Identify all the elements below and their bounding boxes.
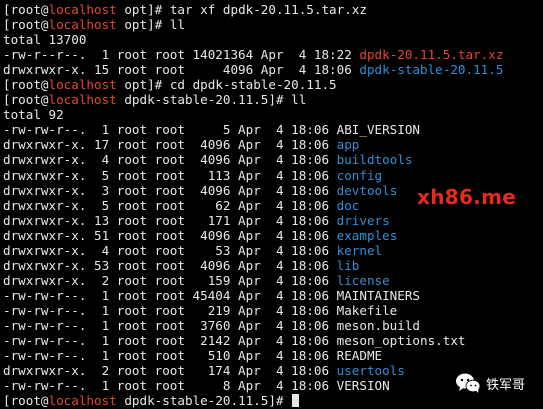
directory-name: doc xyxy=(336,197,360,213)
directory-name: lib xyxy=(336,257,360,273)
terminal-text: -rw-rw-r--. 1 root root 510 Apr 4 18:06 … xyxy=(3,348,383,364)
prompt-hostname: localhost xyxy=(48,17,117,33)
terminal-text: drwxrwxr-x. 15 root root 4096 Apr 4 18:0… xyxy=(3,62,360,78)
terminal-text: -rw-rw-r--. 1 root root 2142 Apr 4 18:06… xyxy=(3,333,466,349)
terminal-text: drwxrwxr-x. 17 root root 4096 Apr 4 18:0… xyxy=(3,137,337,153)
prompt-hostname: localhost xyxy=(48,393,117,409)
text-cursor xyxy=(292,394,300,408)
terminal-text: [root@ xyxy=(3,77,49,93)
terminal-text: dpdk-stable-20.11.5]# ll xyxy=(116,92,307,108)
directory-name: license xyxy=(336,272,390,288)
terminal-line: -rw-rw-r--. 1 root root 5 Apr 4 18:06 AB… xyxy=(3,122,543,137)
directory-name: buildtools xyxy=(336,152,413,168)
terminal-text: [root@ xyxy=(3,2,49,17)
directory-name: drivers xyxy=(336,212,390,228)
terminal-line: drwxrwxr-x. 4 root root 4096 Apr 4 18:06… xyxy=(3,152,543,167)
terminal-text: total 13700 xyxy=(3,32,87,48)
terminal-line: total 13700 xyxy=(3,32,543,47)
terminal-text: -rw-rw-r--. 1 root root 5 Apr 4 18:06 AB… xyxy=(3,122,421,138)
archive-file-name: dpdk-20.11.5.tar.xz xyxy=(359,47,504,63)
terminal-line: drwxrwxr-x. 5 root root 113 Apr 4 18:06 … xyxy=(3,168,543,183)
terminal-line: drwxrwxr-x. 51 root root 4096 Apr 4 18:0… xyxy=(3,228,543,243)
terminal-line: [root@localhost dpdk-stable-20.11.5]# ll xyxy=(3,92,543,107)
terminal-text: [root@ xyxy=(3,17,49,33)
terminal-line: [root@localhost opt]# ll xyxy=(3,17,543,32)
terminal-line: -rw-rw-r--. 1 root root 3760 Apr 4 18:06… xyxy=(3,318,543,333)
terminal-line: drwxrwxr-x. 2 root root 159 Apr 4 18:06 … xyxy=(3,273,543,288)
terminal-line: -rw-rw-r--. 1 root root 45404 Apr 4 18:0… xyxy=(3,288,543,303)
terminal-line: drwxrwxr-x. 17 root root 4096 Apr 4 18:0… xyxy=(3,137,543,152)
directory-name: examples xyxy=(336,227,398,243)
terminal-line: drwxrwxr-x. 4 root root 53 Apr 4 18:06 k… xyxy=(3,243,543,258)
terminal-line: total 92 xyxy=(3,107,543,122)
terminal-text: drwxrwxr-x. 53 root root 4096 Apr 4 18:0… xyxy=(3,257,337,273)
terminal-text: opt]# tar xf dpdk-20.11.5.tar.xz xyxy=(116,2,367,17)
terminal-text: -rw-rw-r--. 1 root root 8 Apr 4 18:06 VE… xyxy=(3,378,390,394)
prompt-hostname: localhost xyxy=(48,92,117,108)
terminal-line: [root@localhost opt]# tar xf dpdk-20.11.… xyxy=(3,2,543,17)
terminal-line: -rw-rw-r--. 1 root root 219 Apr 4 18:06 … xyxy=(3,303,543,318)
terminal-line: drwxrwxr-x. 53 root root 4096 Apr 4 18:0… xyxy=(3,258,543,273)
terminal-line: drwxrwxr-x. 13 root root 171 Apr 4 18:06… xyxy=(3,213,543,228)
directory-name: kernel xyxy=(336,242,383,258)
terminal-line: [root@localhost opt]# cd dpdk-stable-20.… xyxy=(3,77,543,92)
terminal-line: drwxrwxr-x. 15 root root 4096 Apr 4 18:0… xyxy=(3,62,543,77)
terminal-text: opt]# cd dpdk-stable-20.11.5 xyxy=(116,77,337,93)
terminal-text: drwxrwxr-x. 4 root root 53 Apr 4 18:06 xyxy=(3,242,337,258)
terminal-text: -rw-rw-r--. 1 root root 3760 Apr 4 18:06… xyxy=(3,317,421,333)
watermark-text: xh86.me xyxy=(417,185,517,209)
terminal-text: drwxrwxr-x. 4 root root 4096 Apr 4 18:06 xyxy=(3,152,337,168)
terminal-text: -rw-rw-r--. 1 root root 219 Apr 4 18:06 … xyxy=(3,302,398,318)
terminal-text: drwxrwxr-x. 5 root root 113 Apr 4 18:06 xyxy=(3,167,337,183)
prompt-hostname: localhost xyxy=(48,2,117,17)
directory-name: config xyxy=(336,167,383,183)
terminal-text: drwxrwxr-x. 3 root root 4096 Apr 4 18:06 xyxy=(3,182,337,198)
terminal-line: -rw-rw-r--. 1 root root 2142 Apr 4 18:06… xyxy=(3,333,543,348)
prompt-hostname: localhost xyxy=(48,77,117,93)
terminal-text: total 92 xyxy=(3,107,64,123)
terminal-text: [root@ xyxy=(3,92,49,108)
terminal-text: dpdk-stable-20.11.5]# xyxy=(116,393,292,409)
directory-name: usertools xyxy=(336,363,405,379)
terminal-text: [root@ xyxy=(3,393,49,409)
terminal-text: drwxrwxr-x. 5 root root 62 Apr 4 18:06 xyxy=(3,197,337,213)
terminal-text: drwxrwxr-x. 2 root root 159 Apr 4 18:06 xyxy=(3,272,337,288)
terminal-text: -rw-r--r--. 1 root root 14021364 Apr 4 1… xyxy=(3,47,360,63)
terminal-text: -rw-rw-r--. 1 root root 45404 Apr 4 18:0… xyxy=(3,287,421,303)
directory-name: devtools xyxy=(336,182,398,198)
terminal-text: drwxrwxr-x. 2 root root 174 Apr 4 18:06 xyxy=(3,363,337,379)
author-badge: 铁军哥 xyxy=(455,372,525,394)
terminal-text: drwxrwxr-x. 13 root root 171 Apr 4 18:06 xyxy=(3,212,337,228)
terminal-text: drwxrwxr-x. 51 root root 4096 Apr 4 18:0… xyxy=(3,227,337,243)
terminal-line: -rw-rw-r--. 1 root root 510 Apr 4 18:06 … xyxy=(3,348,543,363)
directory-name: dpdk-stable-20.11.5 xyxy=(359,62,504,78)
terminal-line: -rw-r--r--. 1 root root 14021364 Apr 4 1… xyxy=(3,47,543,62)
directory-name: app xyxy=(336,137,360,153)
author-name: 铁军哥 xyxy=(486,377,526,393)
terminal-line: [root@localhost dpdk-stable-20.11.5]# xyxy=(3,393,543,408)
terminal-text: opt]# ll xyxy=(116,17,185,33)
wechat-icon xyxy=(456,373,481,393)
